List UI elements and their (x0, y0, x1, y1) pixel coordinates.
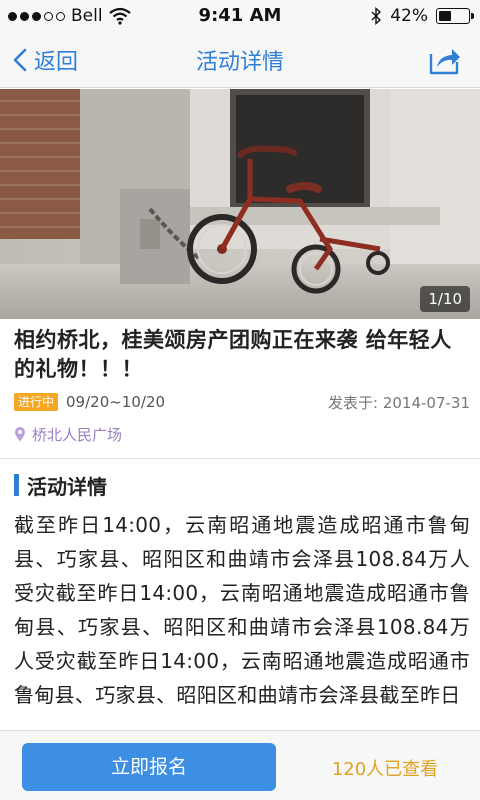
bluetooth-icon (371, 7, 382, 25)
location-link[interactable]: 桥北人民广场 (14, 422, 122, 446)
status-right: 42% (370, 6, 474, 26)
image-counter: 1/10 (420, 286, 470, 312)
nav-bar: 返回 活动详情 (0, 32, 480, 88)
share-icon[interactable] (428, 44, 462, 76)
event-meta: 进行中 09/20~10/20 发表于: 2014-07-31 (14, 390, 470, 414)
status-badge: 进行中 (14, 393, 59, 411)
chevron-left-icon (13, 48, 27, 72)
details-body: 截至昨日14:00，云南昭通地震造成昭通市鲁甸县、巧家县、昭阳区和曲靖市会泽县1… (14, 513, 470, 707)
section-title: 活动详情 (27, 474, 107, 499)
location-pin-icon (15, 427, 25, 442)
back-label: 返回 (34, 50, 79, 75)
published-date: 发表于: 2014-07-31 (328, 393, 470, 412)
event-title: 相约桥北，桂美颂房产团购正在来袭 给年轻人的礼物！！！ (14, 328, 452, 381)
event-image[interactable] (0, 89, 480, 319)
divider (0, 458, 480, 459)
battery-percent: 42% (390, 6, 428, 26)
view-count: 120人已查看 (331, 759, 439, 780)
battery-icon (436, 8, 474, 24)
back-button[interactable]: 返回 (12, 42, 78, 78)
bottom-action-bar: 立即报名 120人已查看 (0, 730, 480, 800)
signup-button[interactable]: 立即报名 (22, 743, 276, 791)
tricycle-photo (0, 89, 480, 319)
details-header: 活动详情 (14, 472, 107, 499)
date-range: 09/20~10/20 (66, 393, 166, 411)
status-bar: Bell 9:41 AM 42% (0, 0, 480, 32)
page-title: 活动详情 (195, 50, 284, 75)
location-text: 桥北人民广场 (32, 425, 123, 444)
section-accent-bar (14, 474, 19, 496)
battery-level (439, 11, 451, 21)
